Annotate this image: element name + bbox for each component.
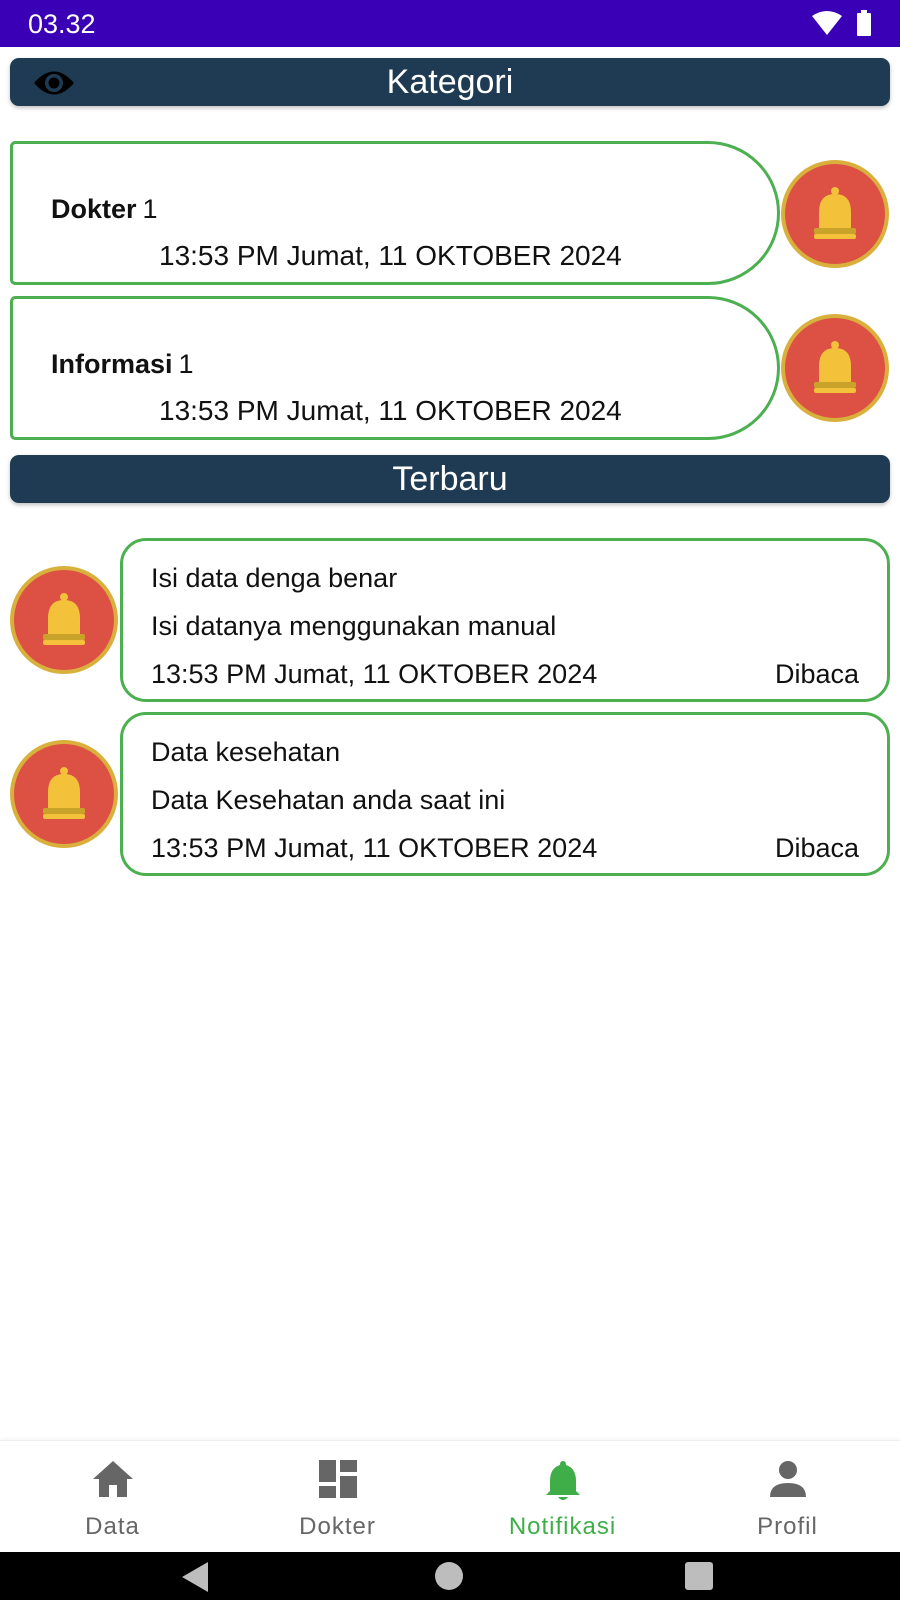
notification-time: 13:53 PM Jumat, 11 OKTOBER 2024 — [151, 659, 598, 689]
kategori-time: 13:53 PM Jumat, 11 OKTOBER 2024 — [159, 240, 622, 271]
kategori-card-informasi[interactable]: Informasi 1 13:53 PM Jumat, 11 OKTOBER 20… — [10, 296, 780, 440]
kategori-header: Kategori — [10, 58, 890, 106]
terbaru-header: Terbaru — [10, 455, 890, 503]
notification-description: Data Kesehatan anda saat ini — [151, 785, 506, 815]
kategori-name: Informasi — [51, 349, 173, 379]
bell-icon — [814, 341, 856, 393]
kategori-card-dokter[interactable]: Dokter 1 13:53 PM Jumat, 11 OKTOBER 2024 — [10, 141, 780, 285]
bell-icon — [43, 593, 85, 645]
notification-title: Isi data denga benar — [151, 563, 398, 593]
nav-item-notifikasi[interactable]: Notifikasi — [450, 1441, 675, 1553]
kategori-name-row: Dokter 1 — [51, 194, 158, 225]
recents-icon[interactable] — [684, 1561, 714, 1591]
system-nav-bar — [0, 1552, 900, 1600]
kategori-name-row: Informasi 1 — [51, 349, 194, 380]
nav-label: Data — [85, 1513, 140, 1540]
notification-title: Data kesehatan — [151, 737, 341, 767]
nav-item-profil[interactable]: Profil — [675, 1441, 900, 1553]
notification-description: Isi datanya menggunakan manual — [151, 611, 557, 641]
kategori-count: 1 — [178, 349, 194, 379]
notification-bell — [10, 566, 118, 674]
nav-label: Profil — [757, 1513, 818, 1540]
eye-icon[interactable] — [32, 65, 76, 113]
kategori-time: 13:53 PM Jumat, 11 OKTOBER 2024 — [159, 395, 622, 426]
kategori-bell-button[interactable] — [781, 314, 889, 422]
status-icons — [812, 10, 872, 36]
nav-item-dokter[interactable]: Dokter — [225, 1441, 450, 1553]
back-icon[interactable] — [178, 1560, 212, 1594]
kategori-count: 1 — [142, 194, 158, 224]
home-icon — [91, 1459, 135, 1504]
notification-status: Dibaca — [774, 659, 859, 689]
notification-card[interactable]: Isi data denga benar Isi datanya menggun… — [120, 538, 890, 702]
status-time: 03.32 — [28, 9, 96, 39]
wifi-icon — [812, 11, 842, 35]
nav-label: Dokter — [299, 1513, 376, 1540]
notification-status: Dibaca — [774, 833, 859, 863]
bell-icon — [814, 187, 856, 239]
kategori-name: Dokter — [51, 194, 137, 224]
notification-bell — [10, 740, 118, 848]
battery-icon — [857, 10, 871, 36]
notification-card[interactable]: Data kesehatan Data Kesehatan anda saat … — [120, 712, 890, 876]
nav-label: Notifikasi — [508, 1513, 617, 1540]
dashboard-icon — [318, 1459, 358, 1504]
kategori-title: Kategori — [386, 63, 514, 101]
person-icon — [768, 1459, 808, 1504]
bottom-nav: Data Dokter Notifikasi Profil — [0, 1440, 900, 1552]
notification-time: 13:53 PM Jumat, 11 OKTOBER 2024 — [151, 833, 598, 863]
bell-icon — [43, 767, 85, 819]
kategori-bell-button[interactable] — [781, 160, 889, 268]
status-bar: 03.32 — [0, 0, 900, 47]
nav-item-data[interactable]: Data — [0, 1441, 225, 1553]
home-circle-icon[interactable] — [434, 1561, 464, 1591]
terbaru-title: Terbaru — [392, 460, 508, 498]
bell-icon — [544, 1459, 582, 1506]
